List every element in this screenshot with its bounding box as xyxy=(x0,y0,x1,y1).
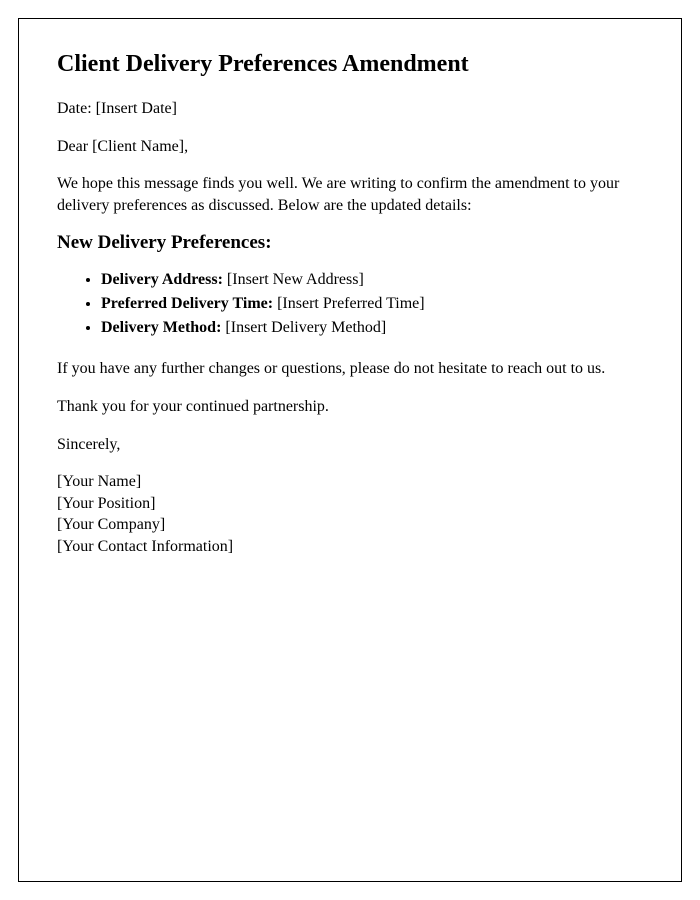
preferences-list: Delivery Address: [Insert New Address] P… xyxy=(101,268,643,340)
signature-contact: [Your Contact Information] xyxy=(57,536,643,558)
date-value: [Insert Date] xyxy=(96,100,177,117)
list-item: Delivery Method: [Insert Delivery Method… xyxy=(101,316,643,340)
salutation-prefix: Dear xyxy=(57,138,92,155)
field-label: Delivery Address: xyxy=(101,271,223,288)
list-item: Preferred Delivery Time: [Insert Preferr… xyxy=(101,292,643,316)
signature-position: [Your Position] xyxy=(57,493,643,515)
section-heading: New Delivery Preferences: xyxy=(57,232,643,254)
document-frame: Client Delivery Preferences Amendment Da… xyxy=(18,18,682,882)
intro-paragraph: We hope this message finds you well. We … xyxy=(57,173,643,216)
salutation-suffix: , xyxy=(184,138,188,155)
list-item: Delivery Address: [Insert New Address] xyxy=(101,268,643,292)
field-label: Preferred Delivery Time: xyxy=(101,295,273,312)
field-value: [Insert New Address] xyxy=(223,271,364,288)
signature-name: [Your Name] xyxy=(57,471,643,493)
followup-paragraph: If you have any further changes or quest… xyxy=(57,358,643,380)
closing-line: Sincerely, xyxy=(57,434,643,456)
field-value: [Insert Preferred Time] xyxy=(273,295,425,312)
field-label: Delivery Method: xyxy=(101,319,221,336)
date-label: Date: xyxy=(57,100,96,117)
field-value: [Insert Delivery Method] xyxy=(221,319,386,336)
salutation-name: [Client Name] xyxy=(92,138,184,155)
signature-block: [Your Name] [Your Position] [Your Compan… xyxy=(57,471,643,557)
salutation-line: Dear [Client Name], xyxy=(57,136,643,158)
document-title: Client Delivery Preferences Amendment xyxy=(57,51,643,78)
signature-company: [Your Company] xyxy=(57,514,643,536)
thanks-paragraph: Thank you for your continued partnership… xyxy=(57,396,643,418)
date-line: Date: [Insert Date] xyxy=(57,98,643,120)
